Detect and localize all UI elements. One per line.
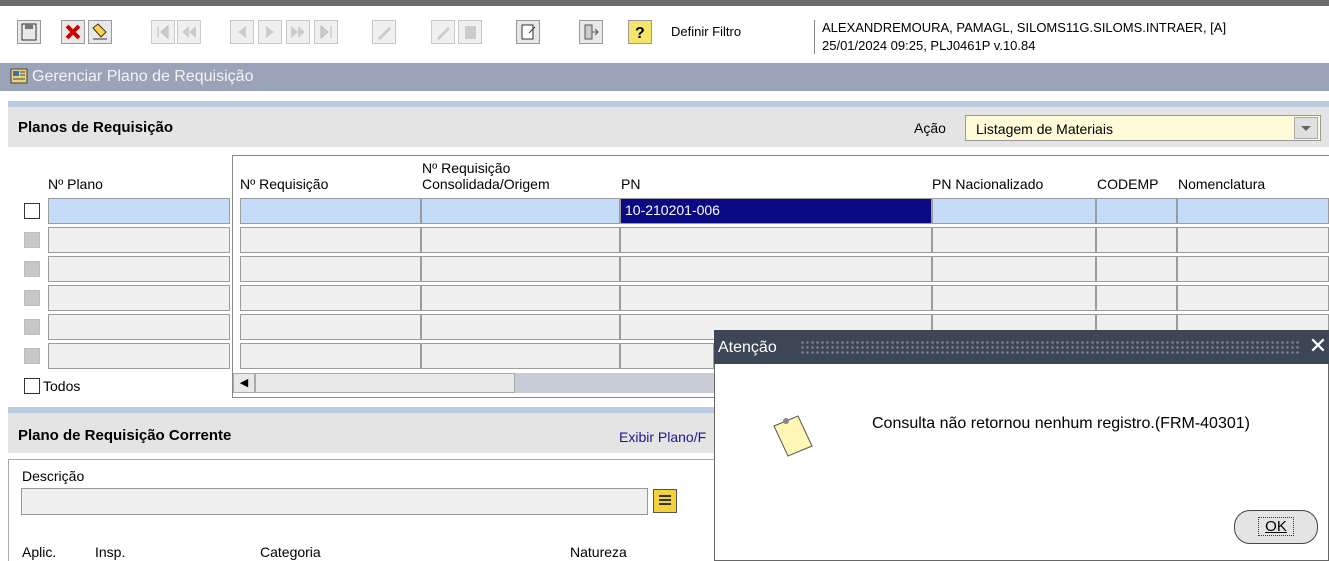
requisicao-cell[interactable] (240, 343, 421, 369)
svg-text:?: ? (635, 25, 645, 42)
codemp-cell[interactable] (1096, 285, 1177, 311)
exibir-plano-link[interactable]: Exibir Plano/F (619, 429, 706, 445)
next-block-icon[interactable] (286, 20, 310, 44)
requisicao-cell[interactable] (240, 314, 421, 340)
ok-label: OK (1258, 517, 1294, 536)
acao-selected-value: Listagem de Materiais (976, 121, 1113, 137)
clear-icon[interactable] (88, 20, 112, 44)
pn-nacionalizado-cell[interactable] (932, 198, 1096, 224)
col-header-codemp: CODEMP (1097, 176, 1159, 192)
plano-cell[interactable] (48, 314, 230, 340)
col-header-consolidada: Nº Requisição (422, 160, 511, 176)
exit-icon[interactable] (579, 20, 603, 44)
next-record-icon[interactable] (258, 20, 282, 44)
row-checkbox[interactable] (24, 203, 40, 219)
plano-cell[interactable] (48, 256, 230, 282)
codemp-cell[interactable] (1096, 198, 1177, 224)
todos-checkbox[interactable] (24, 378, 40, 394)
pn-nacionalizado-cell[interactable] (932, 256, 1096, 282)
codemp-cell[interactable] (1096, 256, 1177, 282)
corrente-title: Plano de Requisição Corrente (18, 427, 232, 444)
prev-block-icon[interactable] (177, 20, 201, 44)
pn-cell[interactable] (620, 227, 932, 253)
window-title: Gerenciar Plano de Requisição (32, 68, 254, 85)
consolidada-cell[interactable] (421, 227, 620, 253)
col-header-nomenclatura: Nomenclatura (1178, 176, 1266, 192)
consolidada-cell[interactable] (421, 343, 620, 369)
nomenclatura-cell[interactable] (1177, 256, 1329, 282)
nomenclatura-cell[interactable] (1177, 198, 1329, 224)
cancel-icon[interactable] (61, 20, 85, 44)
consolidada-cell[interactable] (421, 256, 620, 282)
save-icon[interactable] (17, 20, 41, 44)
pencil-icon[interactable] (431, 20, 455, 44)
requisicao-cell[interactable] (240, 256, 421, 282)
edit-icon[interactable] (372, 20, 396, 44)
nomenclatura-cell[interactable] (1177, 227, 1329, 253)
chevron-down-icon[interactable] (1294, 117, 1318, 139)
col-header-consolidada-origem: Consolidada/Origem (422, 176, 550, 192)
first-record-icon[interactable] (151, 20, 175, 44)
row-checkbox[interactable] (24, 290, 40, 306)
plano-cell[interactable] (48, 198, 230, 224)
form-app-icon (10, 68, 28, 84)
help-icon[interactable]: ? (628, 20, 652, 44)
col-header-requisicao: Nº Requisição (240, 176, 329, 192)
session-info: ALEXANDREMOURA, PAMAGL, SILOMS11G.SILOMS… (822, 20, 1227, 35)
consolidada-cell[interactable] (421, 314, 620, 340)
pn-nacionalizado-cell[interactable] (932, 285, 1096, 311)
report-icon[interactable] (516, 20, 540, 44)
requisicao-cell[interactable] (240, 285, 421, 311)
pn-cell[interactable] (620, 256, 932, 282)
aplic-label: Aplic. (22, 544, 57, 560)
dialog-title: Atenção (718, 339, 777, 356)
insp-label: Insp. (95, 544, 126, 560)
row-checkbox[interactable] (24, 348, 40, 364)
plano-cell[interactable] (48, 343, 230, 369)
natureza-label: Natureza (570, 544, 627, 560)
row-checkbox[interactable] (24, 232, 40, 248)
todos-label: Todos (43, 378, 81, 394)
acao-label: Ação (914, 120, 946, 136)
session-date-version: 25/01/2024 09:25, PLJ0461P v.10.84 (822, 38, 1036, 53)
last-record-icon[interactable] (314, 20, 338, 44)
pn-cell[interactable] (620, 343, 714, 369)
delete-icon[interactable] (458, 20, 482, 44)
pn-nacionalizado-cell[interactable] (932, 227, 1096, 253)
nomenclatura-cell[interactable] (1177, 285, 1329, 311)
editor-icon[interactable] (653, 489, 677, 513)
row-checkbox[interactable] (24, 261, 40, 277)
requisicao-cell[interactable] (240, 198, 421, 224)
col-header-pn: PN (621, 176, 641, 192)
scroll-left-icon[interactable]: ◀ (233, 373, 255, 393)
descricao-input[interactable] (21, 488, 648, 515)
row-checkbox[interactable] (24, 319, 40, 335)
plano-cell[interactable] (48, 227, 230, 253)
requisicao-cell[interactable] (240, 227, 421, 253)
descricao-label: Descrição (22, 468, 85, 484)
scrollbar-thumb[interactable] (255, 373, 515, 393)
col-header-plano: Nº Plano (48, 176, 103, 192)
ok-button[interactable]: OK (1234, 510, 1318, 544)
pn-cell[interactable] (620, 285, 932, 311)
dialog-message: Consulta não retornou nenhum registro.(F… (872, 415, 1250, 432)
divider (814, 20, 815, 54)
codemp-cell[interactable] (1096, 227, 1177, 253)
note-icon (773, 415, 813, 457)
consolidada-cell[interactable] (421, 198, 620, 224)
categoria-label: Categoria (260, 544, 321, 560)
prev-record-icon[interactable] (230, 20, 254, 44)
close-icon[interactable]: ✕ (1307, 333, 1329, 361)
planos-title: Planos de Requisição (18, 119, 174, 136)
col-header-pn-nacionalizado: PN Nacionalizado (932, 176, 1044, 192)
titlebar-grip (800, 340, 1300, 354)
define-filter-link[interactable]: Definir Filtro (671, 24, 741, 39)
plano-cell[interactable] (48, 285, 230, 311)
consolidada-cell[interactable] (421, 285, 620, 311)
pn-cell-selected[interactable]: 10-210201-006 (620, 198, 932, 224)
